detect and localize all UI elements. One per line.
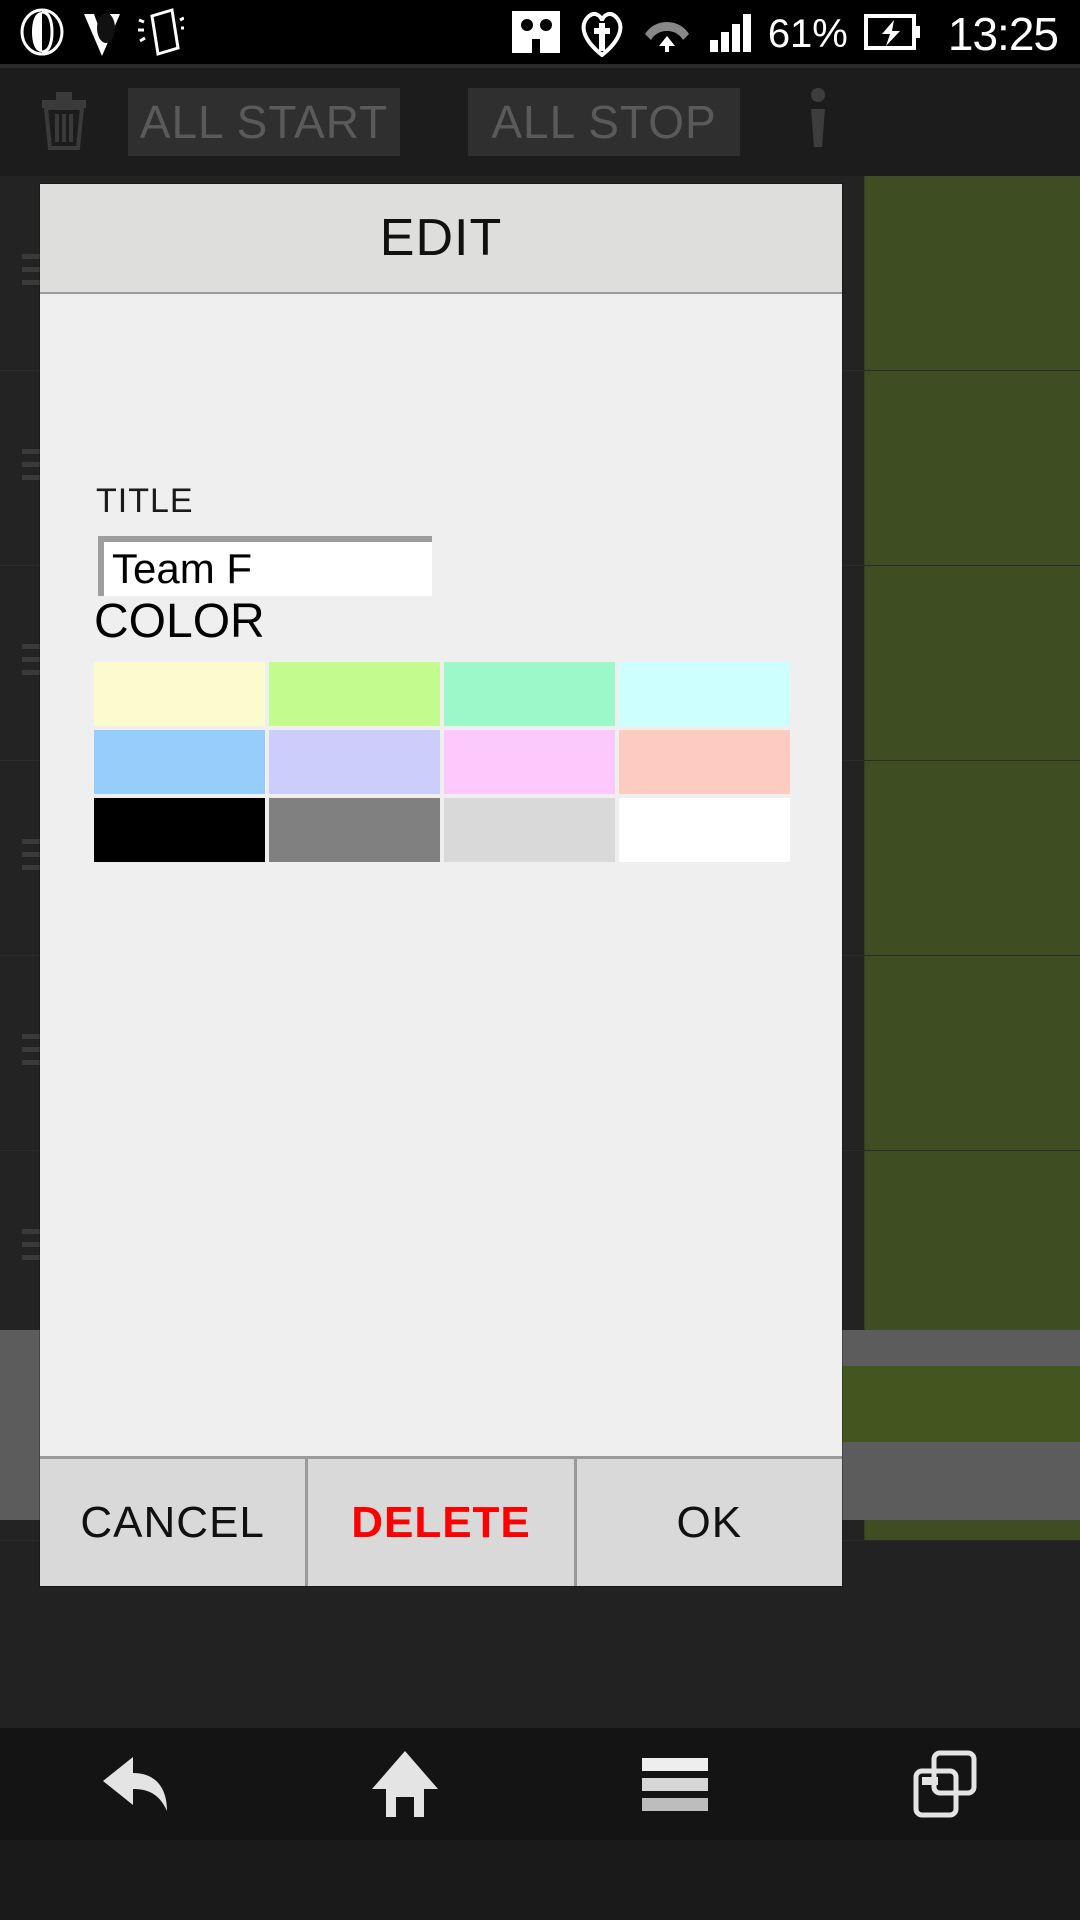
color-swatch-gray[interactable] <box>269 798 440 862</box>
battery-charging-icon <box>863 12 922 57</box>
face-icon <box>510 9 562 60</box>
drag-handle-icon <box>22 1229 40 1268</box>
battery-percent-label: 61% <box>767 11 848 56</box>
color-swatch-pink[interactable] <box>444 730 615 794</box>
title-field-label: TITLE <box>96 482 194 520</box>
nav-menu-button[interactable] <box>600 1728 750 1840</box>
heart-icon <box>578 7 626 62</box>
dialog-title: EDIT <box>379 209 503 267</box>
nav-recents-button[interactable] <box>870 1728 1020 1840</box>
drag-handle-icon <box>22 644 40 683</box>
delete-button[interactable]: DELETE <box>305 1459 573 1586</box>
color-swatch-black[interactable] <box>94 798 265 862</box>
color-swatch-light-gray[interactable] <box>444 798 615 862</box>
wifi-icon <box>642 10 692 59</box>
nav-back-button[interactable] <box>60 1728 210 1840</box>
color-swatch-pale-yellow[interactable] <box>94 662 265 726</box>
system-navigation-bar <box>0 1728 1080 1840</box>
nav-home-button[interactable] <box>330 1728 480 1840</box>
all-start-button[interactable]: ALL START <box>128 88 400 156</box>
color-section-label: COLOR <box>94 595 265 648</box>
dialog-body: TITLE COLOR <box>40 294 842 1406</box>
color-swatch-salmon[interactable] <box>619 730 790 794</box>
color-swatch-light-green[interactable] <box>269 662 440 726</box>
drag-handle-icon <box>22 839 40 878</box>
title-input[interactable] <box>104 542 432 596</box>
trash-icon[interactable] <box>36 88 92 157</box>
all-stop-button[interactable]: ALL STOP <box>468 88 740 156</box>
status-bar: 61% 13:25 <box>0 0 1080 68</box>
status-bar-right-icons: 61% 13:25 <box>510 7 1080 62</box>
ok-button[interactable]: OK <box>573 1459 842 1586</box>
color-swatch-pale-cyan[interactable] <box>619 662 790 726</box>
color-swatch-white[interactable] <box>619 798 790 862</box>
screen-rotate-icon <box>138 7 185 61</box>
color-swatch-mint-green[interactable] <box>444 662 615 726</box>
checkmark-shield-icon <box>80 8 124 61</box>
dialog-button-bar: CANCEL DELETE OK <box>40 1456 842 1586</box>
drag-handle-icon <box>22 449 40 488</box>
signal-icon <box>708 10 752 59</box>
info-icon[interactable] <box>800 87 836 158</box>
app-toolbar: ALL START ALL STOP <box>0 68 1080 176</box>
color-swatch-grid <box>94 662 790 862</box>
title-input-wrapper[interactable] <box>98 536 432 596</box>
dialog-header: EDIT <box>40 184 842 294</box>
opera-icon <box>18 8 66 61</box>
edit-dialog: EDIT TITLE COLOR <box>40 184 842 1586</box>
screen: 61% 13:25 ALL START ALL STOP EDIT TITLE … <box>0 0 1080 1920</box>
color-swatch-periwinkle[interactable] <box>269 730 440 794</box>
clock-label: 13:25 <box>947 8 1059 60</box>
color-swatch-sky-blue[interactable] <box>94 730 265 794</box>
cancel-button[interactable]: CANCEL <box>40 1459 305 1586</box>
drag-handle-icon <box>22 1034 40 1073</box>
status-bar-left-icons <box>0 7 185 61</box>
drag-handle-icon <box>22 254 40 293</box>
